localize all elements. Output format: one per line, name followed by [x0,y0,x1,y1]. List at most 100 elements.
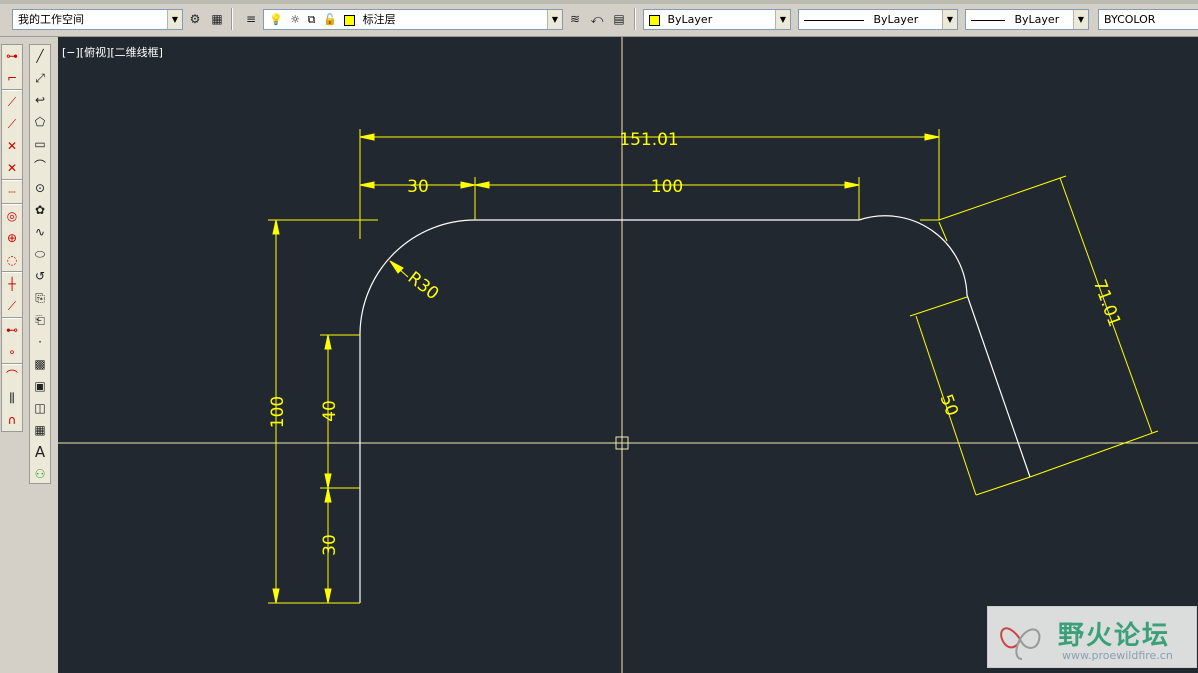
arrowhead [844,181,860,189]
chevron-down-icon[interactable]: ▼ [547,10,562,29]
magnet-icon[interactable]: ∩ [2,409,22,431]
ellipse-icon[interactable]: ⬭ [30,243,50,265]
layer-properties-icon[interactable]: ≡ [242,10,260,28]
hatch-icon[interactable]: ▩ [30,353,50,375]
line-icon[interactable]: ╱ [30,45,50,67]
arrowhead [324,588,332,604]
gradient-icon[interactable]: ▣ [30,375,50,397]
arrowhead [324,487,332,503]
layer-color-swatch [344,14,356,26]
make-current-layer-icon[interactable]: ≋ [566,10,584,28]
dim-text-radius[interactable]: R30 [404,268,443,304]
copy-icon[interactable]: ⌐ [2,67,22,89]
ellipse-arc-icon[interactable]: ↺ [30,265,50,287]
dim-text-slant-offset[interactable]: 50 [936,392,962,419]
arrowhead [924,133,940,141]
break-icon[interactable]: ⟋ [2,295,22,317]
workspace-select[interactable]: 我的工作空间 ▼ [12,9,183,30]
insert-block-icon[interactable]: ⎘ [30,287,50,309]
scale-icon[interactable]: ◎ [2,205,22,227]
make-block-icon[interactable]: ⎗ [30,309,50,331]
dim-text-total-height[interactable]: 100 [268,396,288,428]
sun-icon: ☼ [290,13,301,26]
multiline-text-icon[interactable]: A [30,441,50,463]
linetype-value: ByLayer [873,13,919,26]
circle-icon[interactable]: ⊙ [30,177,50,199]
chevron-down-icon[interactable]: ▼ [167,10,182,29]
arrowhead [460,181,476,189]
top-toolbar: 我的工作空间 ▼ ⚙ ▦ ≡ 💡 ☼ ⧉ 🔓 标注层 ▼ ≋ ⤺ ▤ ByLay… [0,0,1198,37]
extend-icon[interactable]: ┼ [2,273,22,295]
ext-line [1029,430,1159,478]
dim-text-lower-height[interactable]: 30 [320,534,340,556]
polygon-icon[interactable]: ⬠ [30,111,50,133]
workspace-value: 我的工作空间 [18,13,84,26]
dim-text-arc-span[interactable]: 30 [407,177,429,197]
drawing-canvas[interactable]: [−][俯视][二维线框] 151.01 30 100 100 40 30 R3… [58,37,1198,673]
lineweight-preview [971,19,1005,21]
dimensions [268,129,1159,604]
polyline-icon[interactable]: ↩ [30,89,50,111]
construction-line-icon[interactable]: ⤢ [30,67,50,89]
join-icon[interactable]: ⊷ [2,319,22,341]
offset-icon[interactable]: ⟋ [2,113,22,135]
ext-tick [938,221,948,242]
lightbulb-icon: 💡 [269,13,283,26]
plotstyle-select[interactable]: BYCOLOR [1098,9,1198,30]
linetype-select[interactable]: ByLayer ▼ [798,9,958,30]
table-icon[interactable]: ▦ [30,419,50,441]
rectangle-icon[interactable]: ▭ [30,133,50,155]
chevron-down-icon[interactable]: ▼ [942,10,957,29]
workspace-settings-gear-icon[interactable]: ⚙ [186,10,204,28]
spline-icon[interactable]: ∿ [30,221,50,243]
dim-text-overall[interactable]: 151.01 [619,130,678,150]
stretch-icon[interactable]: ⊕ [2,227,22,249]
arrowhead [474,181,490,189]
lineweight-select[interactable]: ByLayer ▼ [965,9,1089,30]
lineweight-value: ByLayer [1014,13,1060,26]
ext-line [938,175,1067,221]
toolbar-top-strip [0,0,1198,4]
toolbar-separator [634,8,636,30]
point-icon[interactable]: · [30,331,50,353]
profile-polyline [359,215,1031,603]
workspace-custom-icon[interactable]: ▦ [208,10,226,28]
layer-states-icon[interactable]: ▤ [610,10,628,28]
plotstyle-value: BYCOLOR [1104,13,1156,26]
move-icon[interactable]: ✕ [2,157,22,179]
revision-cloud-icon[interactable]: ✿ [30,199,50,221]
mirror-icon[interactable]: ⟋ [2,91,22,113]
trim-icon[interactable]: ◌ [2,249,22,271]
arrowhead [359,181,375,189]
explode-icon[interactable]: ⫼ [2,387,22,409]
ext-line [909,296,968,317]
add-selected-icon[interactable]: ⚇ [30,463,50,485]
erase-icon[interactable]: ⊶ [2,45,22,67]
arrowhead [272,588,280,604]
chamfer-icon[interactable]: ∘ [2,341,22,363]
modify-toolbar: ⊶ ⌐ ⟋ ⟋ ✕ ✕ ┈ ◎ ⊕ ◌ ┼ ⟋ ⊷ ∘ ⌒ ⫼ ∩ [1,44,23,432]
rotate-icon[interactable]: ┈ [2,181,22,203]
color-select[interactable]: ByLayer ▼ [643,9,791,30]
layer-select[interactable]: 💡 ☼ ⧉ 🔓 标注层 ▼ [263,9,563,30]
layer-previous-icon[interactable]: ⤺ [588,10,606,28]
dim-text-slant-length[interactable]: 71.01 [1089,277,1124,330]
region-icon[interactable]: ◫ [30,397,50,419]
ext-line [975,476,1031,496]
watermark: 野火论坛 www.proewildfire.cn [987,606,1197,668]
fillet-icon[interactable]: ⌒ [2,365,22,387]
part-profile [359,215,1031,603]
chevron-down-icon[interactable]: ▼ [775,10,790,29]
chevron-down-icon[interactable]: ▼ [1073,10,1088,29]
layer-value: 标注层 [362,13,396,26]
arrowhead [324,473,332,489]
arrowhead [272,219,280,235]
arc-icon[interactable]: ⌒ [30,155,50,177]
color-value: ByLayer [667,13,713,26]
color-swatch [649,14,660,26]
viewport-freeze-icon: ⧉ [307,13,316,26]
dim-text-flat-span[interactable]: 100 [651,177,683,197]
lock-icon: 🔓 [322,13,337,26]
array-icon[interactable]: ✕ [2,135,22,157]
dim-text-upper-height[interactable]: 40 [320,400,340,422]
